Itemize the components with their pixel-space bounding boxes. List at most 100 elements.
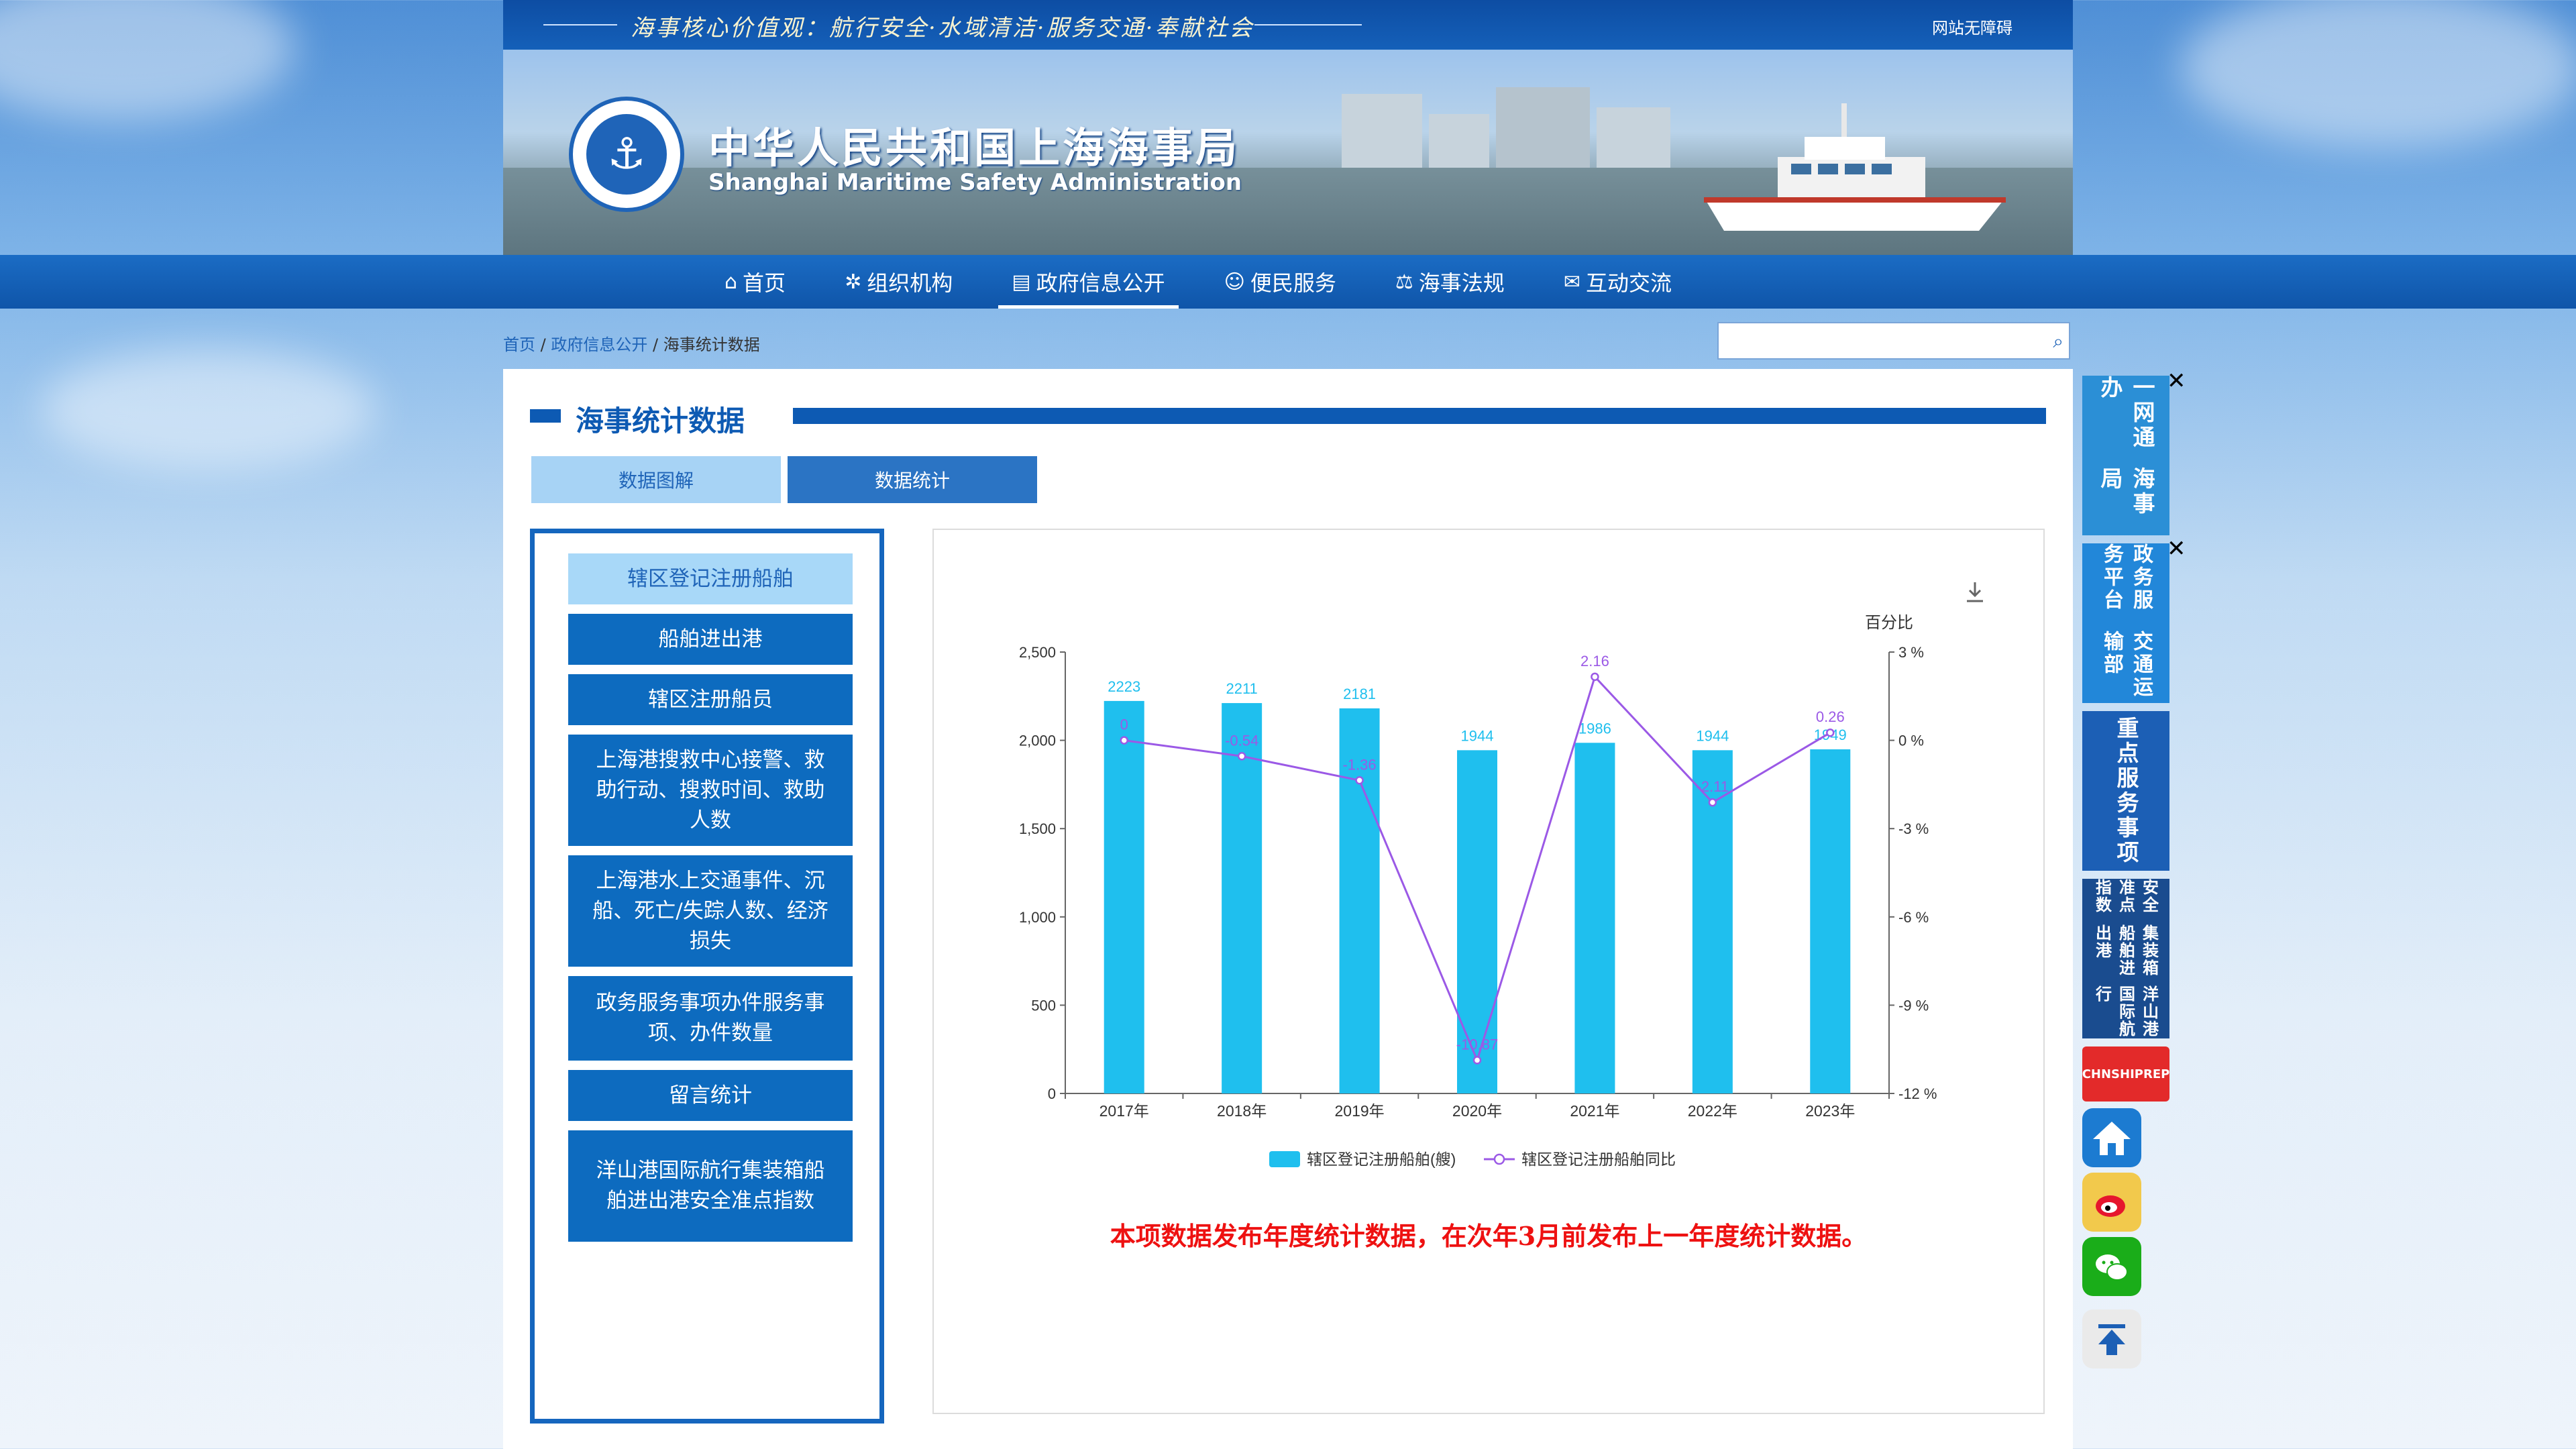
line-point	[1826, 728, 1835, 737]
search-icon[interactable]: ⌕	[2053, 330, 2063, 353]
cloud-decoration	[0, 0, 295, 121]
category-menu: 辖区登记注册船舶 船舶进出港 辖区注册船员 上海港搜救中心接警、救助行动、搜救时…	[530, 529, 884, 1424]
city-skyline	[1429, 114, 1489, 174]
line-value-label: -10.87	[1456, 1036, 1498, 1053]
search-input[interactable]	[1719, 323, 2037, 358]
city-skyline	[1342, 94, 1422, 174]
chnshiprep-link[interactable]: CHNSHIPREP	[2082, 1046, 2169, 1102]
breadcrumb-link-home[interactable]: 首页	[503, 335, 535, 354]
right-axis-title: 百分比	[1865, 614, 1913, 632]
bar-value-label: 1944	[1461, 727, 1494, 744]
x-axis-tick-label: 2023年	[1805, 1102, 1855, 1120]
left-axis-tick-label: 0	[1048, 1085, 1056, 1102]
home-icon: ⌂	[724, 270, 738, 294]
menu-item-gov-services[interactable]: 政务服务事项办件服务事项、办件数量	[568, 976, 853, 1061]
chart-container: 0 500 1,000 1,500 2,000 2,500 -12 % -9 % -6 % -3 …	[932, 529, 2045, 1414]
top-strip: 海事核心价值观：航行安全·水域清洁·服务交通·奉献社会 网站无障碍	[503, 0, 2073, 50]
bar-value-label: 1986	[1578, 720, 1611, 737]
line-value-label: 0	[1120, 716, 1128, 733]
card-line: 洋山港国际航行	[2092, 985, 2159, 1038]
left-axis-tick-label: 2,500	[1019, 644, 1056, 661]
menu-item-traffic-incidents[interactable]: 上海港水上交通事件、沉船、死亡/失踪人数、经济损失	[568, 855, 853, 967]
menu-item-yangshan-index[interactable]: 洋山港国际航行集装箱船舶进出港安全准点指数	[568, 1130, 853, 1242]
cloud-decoration	[2180, 0, 2576, 148]
weibo-icon[interactable]	[2082, 1173, 2141, 1232]
left-axis-tick-label: 2,000	[1019, 733, 1056, 749]
card-line: 政务服务平台	[2100, 543, 2153, 612]
tab-data-statistics[interactable]: 数据统计	[788, 456, 1037, 503]
bar-value-label: 2223	[1108, 678, 1140, 695]
menu-item-registered-ships[interactable]: 辖区登记注册船舶	[568, 553, 853, 604]
doc-icon: ▤	[1012, 270, 1031, 294]
tab-data-illustration[interactable]: 数据图解	[531, 456, 781, 503]
right-axis-tick-label: -3 %	[1898, 820, 1929, 837]
x-axis-tick-label: 2018年	[1217, 1102, 1267, 1120]
city-skyline	[1496, 87, 1590, 174]
nav-label: 政府信息公开	[1036, 270, 1165, 296]
line-value-label: -1.36	[1342, 756, 1376, 773]
nav-item-interaction[interactable]: ✉ 互动交流	[1564, 255, 1672, 309]
x-axis-tick-label: 2019年	[1334, 1102, 1384, 1120]
menu-item-registered-crew[interactable]: 辖区注册船员	[568, 674, 853, 725]
sidebar-card-yangshan[interactable]: 安全准点指数 集装箱船舶进出港 洋山港国际航行	[2082, 879, 2169, 1038]
nav-item-organization[interactable]: ✲ 组织机构	[845, 255, 953, 309]
right-axis-tick-label: 0 %	[1898, 733, 1924, 749]
city-skyline	[1597, 107, 1670, 174]
back-to-top-icon[interactable]	[2082, 1309, 2141, 1368]
sidebar-card-key-services[interactable]: 重点服务事项	[2082, 711, 2169, 871]
wechat-icon[interactable]	[2082, 1237, 2141, 1296]
breadcrumb: 首页 / 政府信息公开 / 海事统计数据	[503, 331, 760, 355]
title-marker	[530, 409, 561, 423]
page-title: 海事统计数据	[576, 405, 745, 437]
site-subtitle: Shanghai Maritime Safety Administration	[708, 169, 1242, 196]
slogan: 海事核心价值观：航行安全·水域清洁·服务交通·奉献社会	[631, 15, 1254, 42]
divider-line	[543, 24, 617, 25]
section-header: 海事统计数据	[530, 396, 2046, 437]
accessibility-link[interactable]: 网站无障碍	[1932, 15, 2012, 38]
nav-label: 组织机构	[867, 270, 953, 296]
site-title: 中华人民共和国上海海事局	[708, 123, 1240, 172]
card-line: 安全准点指数	[2092, 879, 2159, 914]
bar-value-label: 2181	[1343, 686, 1376, 702]
home-icon[interactable]	[2082, 1108, 2141, 1167]
line-point	[1120, 736, 1128, 745]
x-axis-tick-label: 2022年	[1688, 1102, 1737, 1120]
org-icon: ✲	[845, 270, 862, 294]
nav-item-services[interactable]: ☺ 便民服务	[1224, 255, 1336, 309]
card-line: 交通运输部	[2100, 630, 2153, 699]
nav-item-gov-info[interactable]: ▤ 政府信息公开	[998, 255, 1179, 309]
sidebar-card-one-stop[interactable]: 一网通办 海事局	[2082, 376, 2169, 535]
menu-item-search-rescue[interactable]: 上海港搜救中心接警、救助行动、搜救时间、救助人数	[568, 735, 853, 846]
search-box: ⌕	[1717, 322, 2070, 360]
right-axis-tick-label: -9 %	[1898, 997, 1929, 1014]
bar-mark	[1222, 703, 1263, 1093]
publication-notice: 本项数据发布年度统计数据，在次年3月前发布上一年度统计数据。	[1110, 1221, 1868, 1251]
line-point	[1355, 776, 1364, 785]
content-panel: 海事统计数据 数据图解 数据统计 辖区登记注册船舶 船舶进出港 辖区注册船员 上…	[503, 369, 2073, 1449]
breadcrumb-current: 海事统计数据	[663, 335, 760, 354]
menu-item-ship-port-entry[interactable]: 船舶进出港	[568, 614, 853, 665]
close-icon[interactable]: ✕	[2167, 535, 2186, 562]
menu-item-message-stats[interactable]: 留言统计	[568, 1070, 853, 1121]
main-nav: ⌂ 首页 ✲ 组织机构 ▤ 政府信息公开 ☺ 便民服务 ⚖ 海事法规 ✉ 互动交流	[0, 255, 2576, 309]
line-point	[1472, 1056, 1482, 1065]
nav-item-regulations[interactable]: ⚖ 海事法规	[1395, 255, 1505, 309]
left-axis-tick-label: 1,000	[1019, 909, 1056, 926]
x-axis-tick-label: 2017年	[1099, 1102, 1149, 1120]
bar-mark	[1104, 700, 1144, 1093]
nav-label: 海事法规	[1418, 270, 1505, 296]
header-banner: ⚓ 中华人民共和国上海海事局 Shanghai Maritime Safety …	[503, 50, 2073, 255]
breadcrumb-separator: /	[540, 335, 551, 354]
nav-label: 互动交流	[1585, 270, 1672, 296]
x-axis-tick-label: 2020年	[1452, 1102, 1502, 1120]
divider-line	[1254, 24, 1362, 25]
bar-mark	[1574, 743, 1615, 1093]
chat-icon: ✉	[1563, 270, 1580, 294]
line-value-label: -2.11	[1697, 778, 1729, 795]
close-icon[interactable]: ✕	[2167, 368, 2186, 394]
legend-swatch-bar	[1269, 1151, 1300, 1167]
breadcrumb-link-gov-info[interactable]: 政府信息公开	[551, 335, 647, 354]
anchor-icon: ⚓	[586, 114, 667, 195]
nav-item-home[interactable]: ⌂ 首页	[724, 255, 786, 309]
sidebar-card-gov-platform[interactable]: 政务服务平台 交通运输部	[2082, 543, 2169, 703]
